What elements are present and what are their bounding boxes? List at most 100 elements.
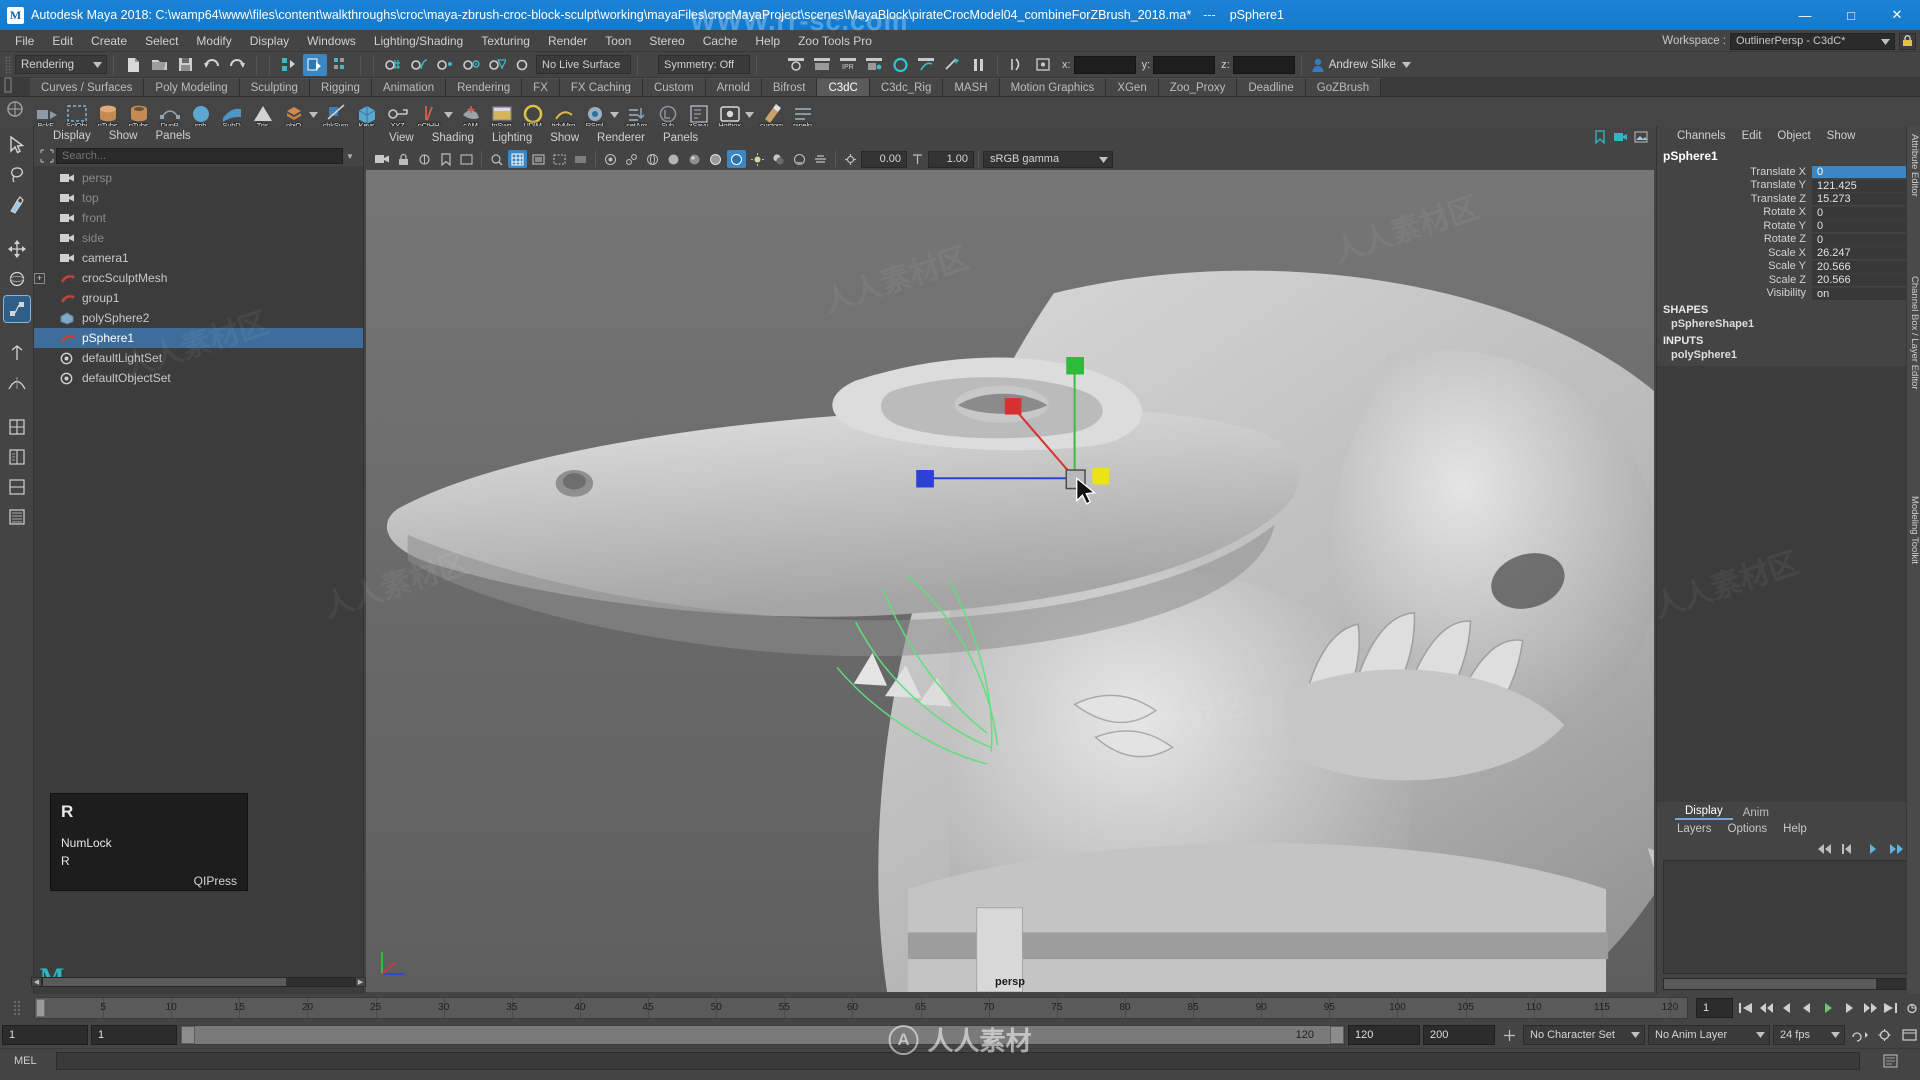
smooth-shade-icon[interactable] [664, 150, 683, 168]
maximize-button[interactable]: □ [1828, 0, 1874, 30]
time-slider-grip[interactable] [0, 994, 34, 1022]
anim-end-field[interactable]: 120 [1348, 1025, 1420, 1045]
grid-toggle-icon[interactable] [508, 150, 527, 168]
channelbox-menu-object[interactable]: Object [1769, 129, 1818, 143]
shelf-button-dupp[interactable]: DupP [154, 98, 185, 130]
layer-menu-help[interactable]: Help [1775, 823, 1815, 835]
shelf-dropdown-arrow-icon[interactable] [745, 109, 756, 118]
toggle-render-button[interactable] [940, 54, 964, 76]
range-start-field[interactable]: 1 [91, 1025, 177, 1045]
xray-toggle-icon[interactable] [601, 150, 620, 168]
script-editor-icon[interactable] [1882, 1053, 1898, 1068]
live-surface-field[interactable]: No Live Surface [536, 55, 631, 74]
colorspace-combobox[interactable]: sRGB gamma [983, 150, 1113, 168]
shelf-tab-rendering[interactable]: Rendering [446, 78, 523, 96]
channel-row-translate-x[interactable]: Translate X 0 [1657, 165, 1920, 179]
shelf-button-tidymrg[interactable]: tidyMrg [548, 98, 579, 130]
axis-z-field[interactable] [1232, 55, 1295, 74]
motion-blur-icon[interactable] [811, 150, 830, 168]
snap-to-points-button[interactable] [433, 54, 457, 76]
viewport-menu-show[interactable]: Show [541, 131, 588, 145]
shelf-button-tgswg[interactable]: tgSwg [486, 98, 517, 130]
search-input[interactable] [56, 148, 343, 164]
shelf-button-subd[interactable]: SubD [216, 98, 247, 130]
channel-row-translate-y[interactable]: Translate Y 121.425 [1657, 178, 1920, 193]
viewport-menu-renderer[interactable]: Renderer [588, 131, 654, 145]
gamma-icon[interactable] [908, 150, 927, 168]
shelf-tab-fx-caching[interactable]: FX Caching [559, 78, 643, 96]
channel-box-shape-item[interactable]: pSphereShape1 [1657, 317, 1920, 331]
menu-file[interactable]: File [6, 32, 43, 50]
viewport-menu-panels[interactable]: Panels [654, 131, 707, 145]
shelf-button-rsml[interactable]: RSml [579, 98, 610, 130]
lock-icon[interactable] [1899, 32, 1916, 50]
scrollbar-thumb[interactable] [1664, 979, 1876, 989]
single-pane-layout-button[interactable] [4, 444, 30, 470]
shelf-button-ncthh[interactable]: nCtHH [413, 98, 444, 130]
channel-value[interactable]: 0 [1812, 232, 1920, 246]
menu-help[interactable]: Help [746, 32, 789, 50]
make-live-button[interactable] [511, 54, 535, 76]
ao-toggle-icon[interactable] [790, 150, 809, 168]
outliner-layout-button[interactable] [4, 504, 30, 530]
shelf-tab-bifrost[interactable]: Bifrost [761, 78, 818, 96]
menu-modify[interactable]: Modify [187, 32, 240, 50]
open-scene-button[interactable] [147, 54, 171, 76]
new-scene-button[interactable] [121, 54, 145, 76]
exposure-field[interactable]: 0.00 [861, 150, 907, 168]
channel-value[interactable]: 0 [1812, 219, 1920, 233]
preferences-button[interactable] [1898, 1025, 1920, 1045]
save-scene-button[interactable] [173, 54, 197, 76]
shelf-dropdown-arrow-icon[interactable] [309, 109, 320, 118]
menu-display[interactable]: Display [241, 32, 298, 50]
shelf-tab-mash[interactable]: MASH [943, 78, 1000, 96]
channel-row-rotate-y[interactable]: Rotate Y 0 [1657, 219, 1920, 233]
shelf-tab-xgen[interactable]: XGen [1106, 78, 1159, 96]
user-account-button[interactable]: Andrew Silke [1308, 55, 1419, 75]
viewport-menu-shading[interactable]: Shading [423, 131, 483, 145]
render-sequence-button[interactable] [914, 54, 938, 76]
pause-button[interactable] [966, 54, 990, 76]
hypershade-button[interactable] [888, 54, 912, 76]
film-gate-icon[interactable] [529, 150, 548, 168]
playback-options-button[interactable] [1903, 998, 1920, 1018]
anim-layer-combobox[interactable]: No Anim Layer [1648, 1025, 1770, 1045]
menu-create[interactable]: Create [82, 32, 136, 50]
select-by-object-type-button[interactable] [303, 53, 327, 76]
channelbox-menu-channels[interactable]: Channels [1669, 129, 1734, 143]
select-by-component-type-button[interactable] [329, 54, 353, 76]
outliner-item-top[interactable]: top [34, 188, 363, 208]
channel-row-rotate-z[interactable]: Rotate Z 0 [1657, 232, 1920, 247]
range-right-handle[interactable] [1330, 1026, 1344, 1044]
shelf-tab-c3dc[interactable]: C3dC [817, 78, 870, 96]
select-camera-icon[interactable] [373, 150, 392, 168]
layer-next-icon[interactable] [1865, 843, 1880, 855]
outliner-menu-show[interactable]: Show [100, 129, 147, 143]
menu-render[interactable]: Render [539, 32, 596, 50]
channel-value[interactable]: 15.273 [1812, 192, 1920, 206]
two-pane-layout-button[interactable] [4, 474, 30, 500]
step-back-frame-button[interactable] [1779, 998, 1796, 1018]
shelf-button-setarg[interactable]: setArg [621, 98, 652, 130]
smooth-shade-all-icon[interactable] [685, 150, 704, 168]
outliner-item-camera1[interactable]: camera1 [34, 248, 363, 268]
modeling-toolkit-tool[interactable] [4, 414, 30, 440]
minimize-button[interactable]: — [1782, 0, 1828, 30]
shadows-toggle-icon[interactable] [769, 150, 788, 168]
layer-menu-layers[interactable]: Layers [1669, 823, 1720, 835]
animation-preferences-button[interactable] [1873, 1025, 1895, 1045]
outliner-item-defaultobjectset[interactable]: defaultObjectSet [34, 368, 363, 388]
xray-joints-icon[interactable] [622, 150, 641, 168]
bookmark-icon[interactable] [1593, 130, 1607, 144]
shelf-button-hotbox[interactable]: Hotbox [714, 98, 745, 130]
layer-last-icon[interactable] [1889, 843, 1904, 855]
shelf-tab-c3dc-rig[interactable]: C3dc_Rig [869, 78, 944, 96]
shelf-button-keys[interactable]: Keys [351, 98, 382, 130]
viewport-menu-lighting[interactable]: Lighting [483, 131, 541, 145]
shelf-options-grip[interactable] [2, 76, 28, 124]
layer-list-scrollbar[interactable] [1663, 978, 1914, 990]
channel-row-scale-z[interactable]: Scale Z 20.566 [1657, 273, 1920, 287]
channel-value[interactable]: on [1812, 286, 1920, 300]
outliner-menu-panels[interactable]: Panels [147, 129, 200, 143]
channel-box-input-item[interactable]: polySphere1 [1657, 348, 1920, 362]
